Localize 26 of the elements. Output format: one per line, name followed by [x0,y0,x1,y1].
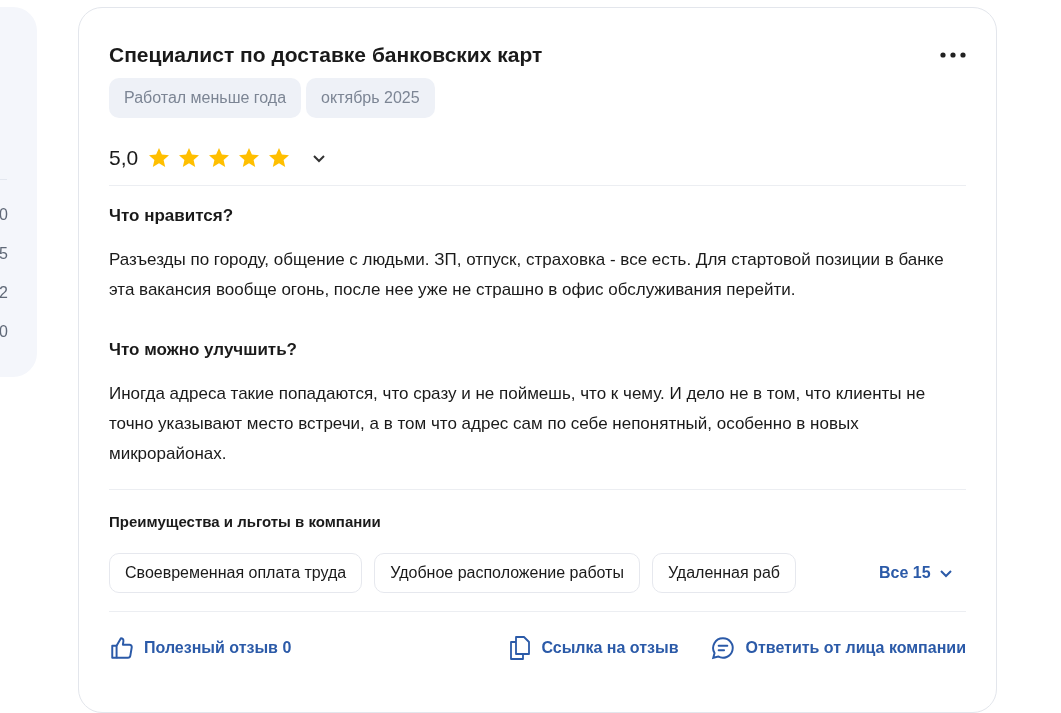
benefit-chip: Удобное расположение работы [374,553,640,593]
show-all-button[interactable]: Все 15 [879,561,953,585]
count-value: 0 [0,322,8,342]
review-link-button[interactable]: Ссылка на отзыв [508,635,679,661]
more-icon[interactable] [940,52,966,58]
benefit-chip: Своевременная оплата труда [109,553,363,593]
review-text: Разъезды по городу, общение с людьми. ЗП, отпуск, страховка - все есть. Для стартовой позиции в банке эта вакансия вообще огонь, после нее уже не страшно в офис обслуживания перейти. [109,249,945,301]
count-value: 0 [0,205,8,225]
review-title: Специалист по доставке банковских карт [109,42,543,68]
section-heading: Что нравится? [109,205,235,227]
review-text: Иногда адреса такие попадаются, что сразу и не поймешь, что к чему. И дело не в том, что клиенты не точно указывают место встречи, а в том что адрес сам по себе непонятный, особенно в новых микрорайонах. [109,383,927,465]
tag: октябрь 2025 [306,78,435,118]
section-heading: Что можно улучшить? [109,339,298,361]
benefits-heading: Преимущества и льготы в компании [109,512,382,532]
chevron-down-icon [938,568,953,578]
chevron-down-icon[interactable] [312,153,327,163]
count-value: 5 [0,244,8,264]
helpful-button[interactable]: Полезный отзыв 0 [109,635,292,661]
tag: Работал меньше года [109,78,302,118]
count-value: 2 [0,283,8,303]
rating-value: 5,0 [109,145,139,171]
benefit-chip: Удаленная раб [651,553,796,593]
copy-icon [508,635,533,661]
thumbs-up-icon [109,635,135,661]
chat-icon [710,635,737,661]
reply-button[interactable]: Ответить от лица компании [710,635,966,661]
